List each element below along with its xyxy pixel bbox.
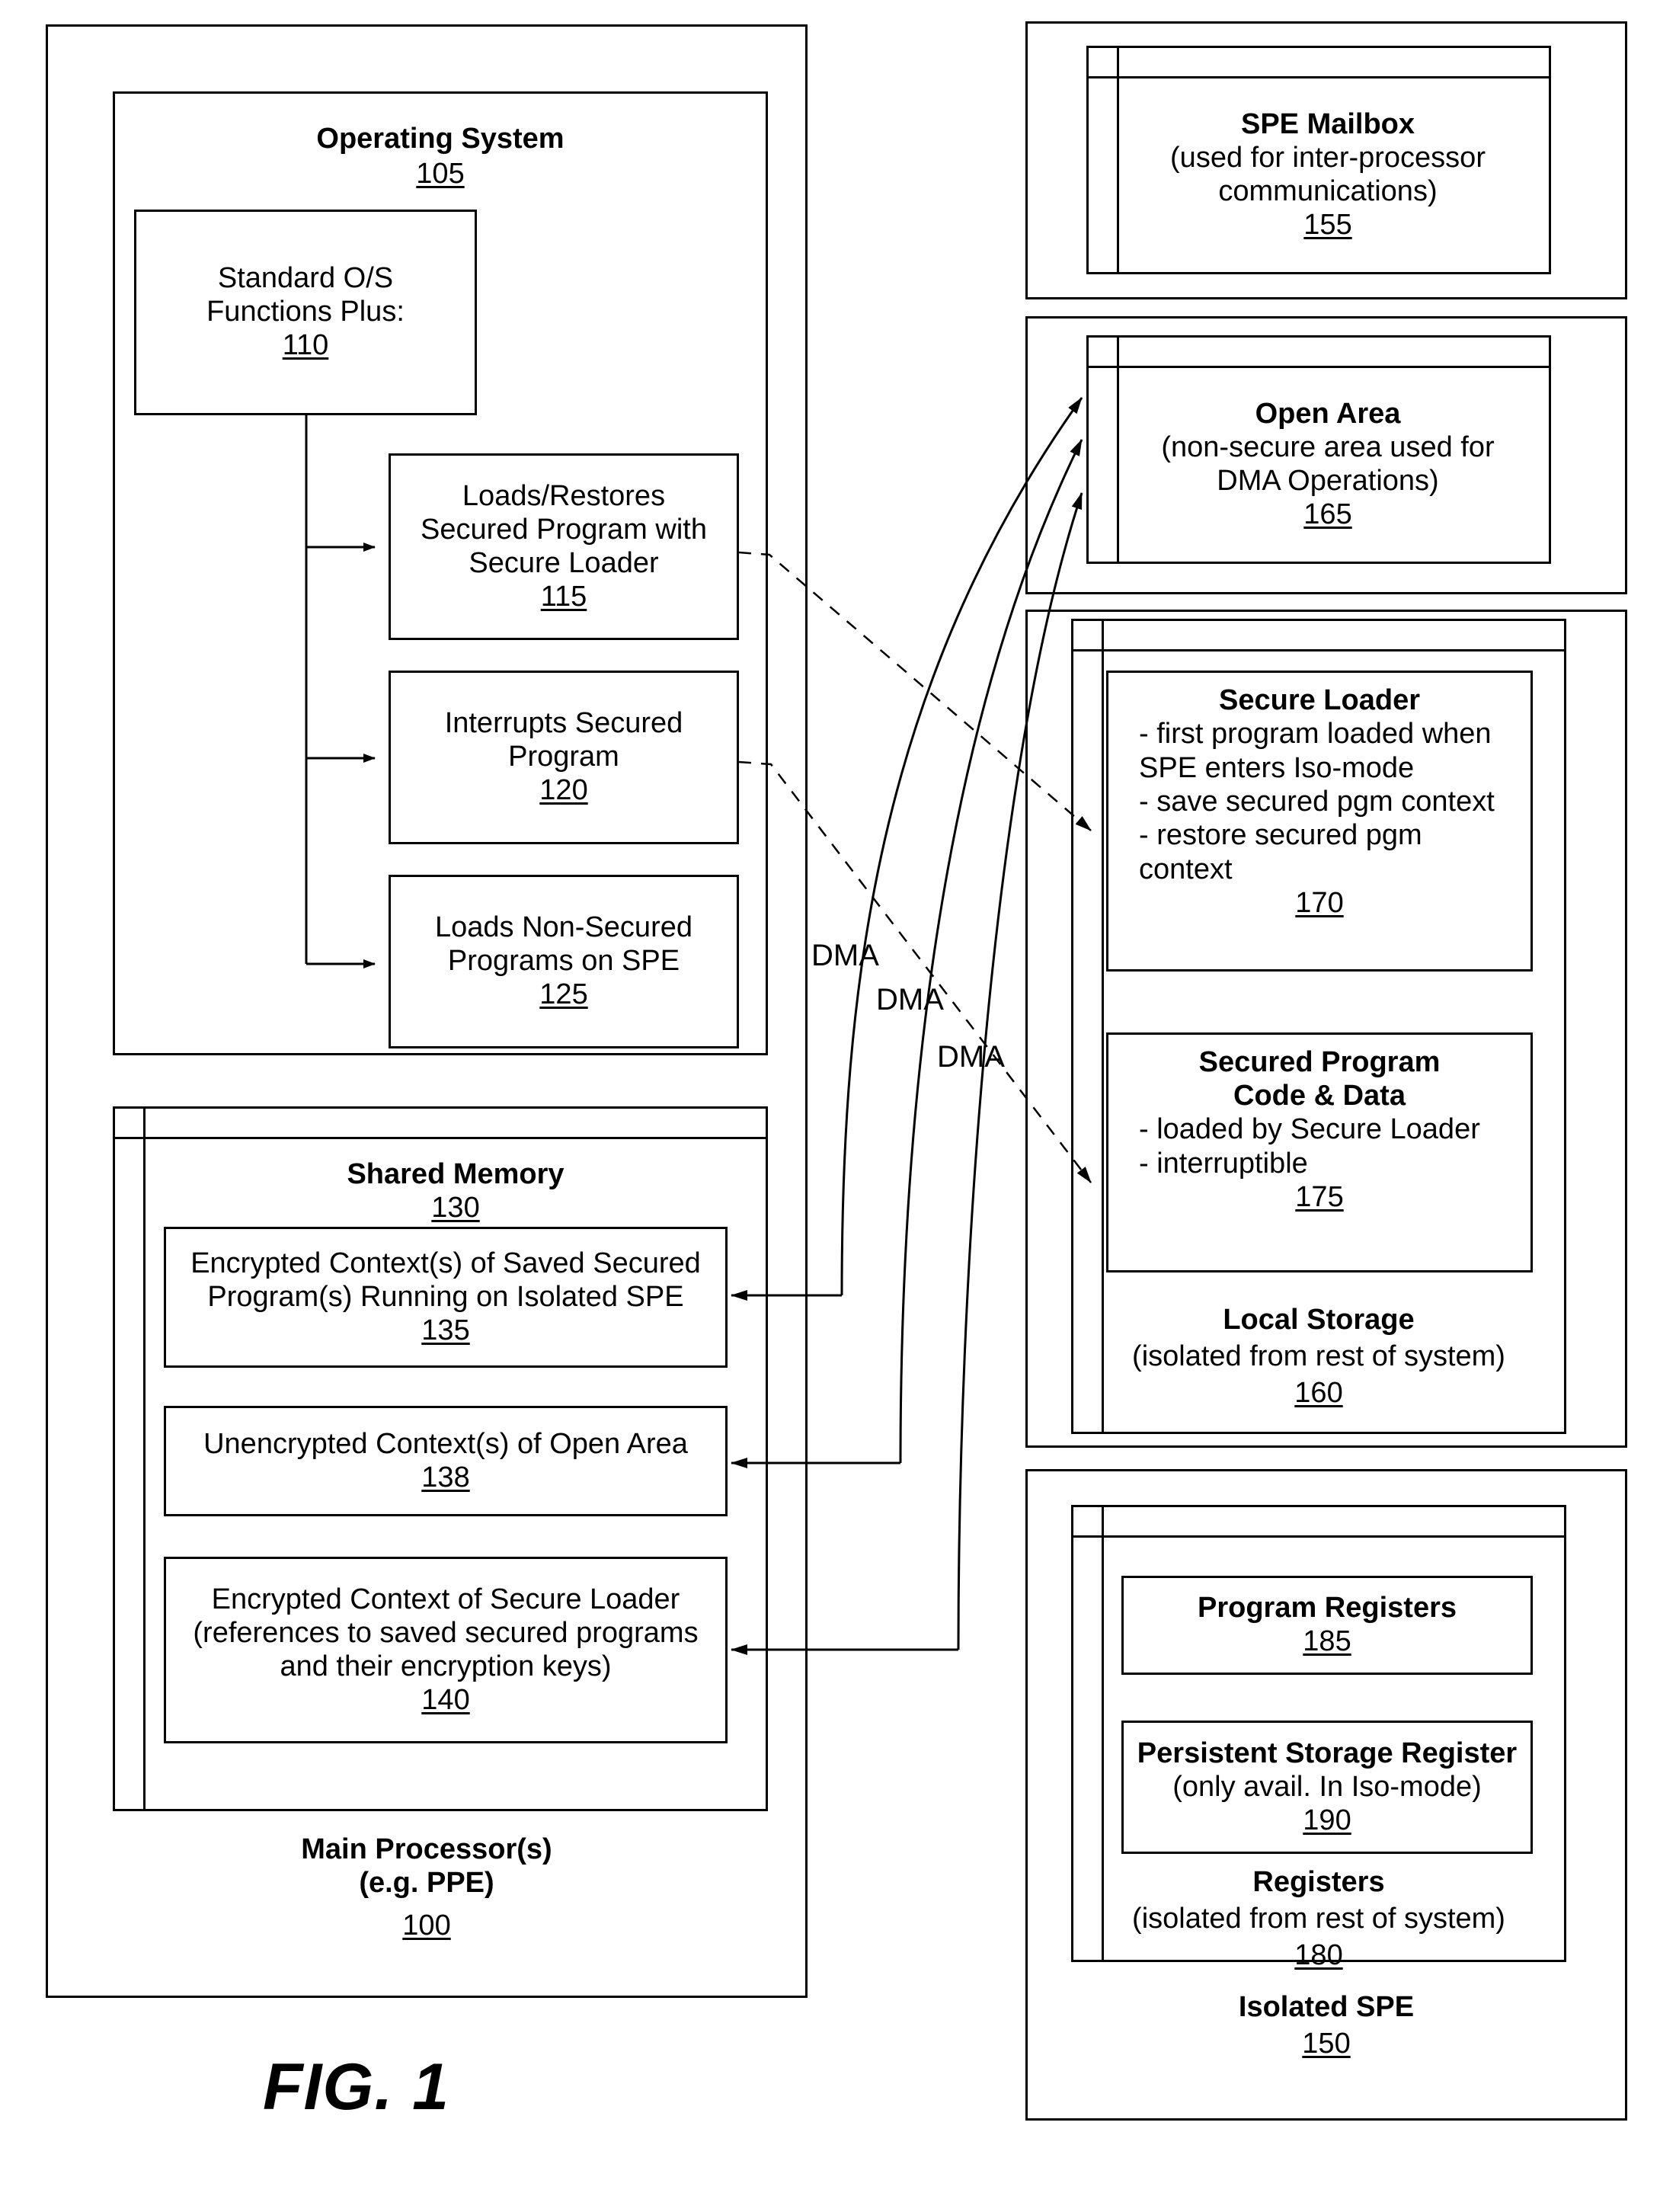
- secured-program-bullets: - loaded by Secure Loader - interruptibl…: [1139, 1113, 1480, 1180]
- shared-memory-item-title-0: Encrypted Context(s) of Saved Secured Pr…: [190, 1247, 701, 1313]
- persistent-storage-register-box: Persistent Storage Register (only avail.…: [1121, 1721, 1533, 1854]
- isolated-spe-number: 150: [1302, 2028, 1351, 2060]
- standard-os-functions-title: Standard O/S Functions Plus:: [206, 262, 405, 328]
- shared-memory-item-140: Encrypted Context of Secure Loader (refe…: [164, 1557, 728, 1743]
- secured-program-title: Secured Program Code & Data: [1198, 1046, 1441, 1112]
- shared-memory-item-number-1: 138: [421, 1461, 470, 1493]
- spe-mailbox-subtitle: (used for inter-processor communications…: [1170, 142, 1486, 208]
- program-registers-box: Program Registers 185: [1121, 1576, 1533, 1675]
- secure-loader-title: Secure Loader: [1219, 684, 1420, 716]
- os-function-title-1: Interrupts Secured Program: [444, 707, 683, 773]
- dma-label-2: DMA: [937, 1040, 1005, 1074]
- dma-label-0: DMA: [811, 939, 879, 972]
- spe-mailbox-inner: SPE Mailbox (used for inter-processor co…: [1119, 78, 1549, 272]
- os-function-number-2: 125: [539, 978, 588, 1011]
- isolated-spe-title: Isolated SPE: [1238, 1991, 1415, 2023]
- main-processor-title: Main Processor(s) (e.g. PPE): [301, 1833, 552, 1900]
- shared-memory-item-number-0: 135: [421, 1314, 470, 1346]
- spe-mailbox-title: SPE Mailbox: [1240, 108, 1415, 141]
- program-registers-title: Program Registers: [1197, 1592, 1457, 1625]
- os-function-number-1: 120: [539, 774, 588, 807]
- registers-title: Registers: [1252, 1866, 1385, 1898]
- spe-mailbox-number: 155: [1303, 209, 1352, 242]
- persistent-storage-register-number: 190: [1303, 1804, 1351, 1836]
- persistent-storage-register-title: Persistent Storage Register: [1137, 1737, 1518, 1769]
- standard-os-functions-number: 110: [282, 329, 329, 362]
- shared-memory-title: Shared Memory: [347, 1158, 565, 1190]
- program-registers-number: 185: [1303, 1625, 1351, 1658]
- operating-system-title: Operating System: [316, 123, 565, 155]
- shared-memory-item-title-1: Unencrypted Context(s) of Open Area: [203, 1427, 688, 1460]
- os-function-number-0: 115: [540, 580, 587, 613]
- open-area-inner: Open Area (non-secure area used for DMA …: [1119, 368, 1549, 562]
- secure-loader-box: Secure Loader - first program loaded whe…: [1106, 671, 1533, 972]
- secure-loader-bullets: - first program loaded when SPE enters I…: [1139, 718, 1495, 885]
- os-function-box-interrupts: Interrupts Secured Program 120: [389, 671, 739, 844]
- open-area-subtitle: (non-secure area used for DMA Operations…: [1161, 431, 1495, 498]
- shared-memory-number: 130: [431, 1192, 480, 1224]
- open-area-number: 165: [1303, 498, 1352, 531]
- local-storage-title: Local Storage: [1223, 1304, 1415, 1336]
- local-storage-subtitle: (isolated from rest of system): [1132, 1340, 1505, 1372]
- shared-memory-item-135: Encrypted Context(s) of Saved Secured Pr…: [164, 1227, 728, 1368]
- spe-mailbox-frame: SPE Mailbox (used for inter-processor co…: [1086, 46, 1551, 274]
- local-storage-number: 160: [1294, 1377, 1343, 1409]
- main-processor-number: 100: [402, 1909, 451, 1942]
- open-area-title: Open Area: [1255, 398, 1401, 431]
- dma-label-1: DMA: [876, 983, 944, 1016]
- standard-os-functions-box: Standard O/S Functions Plus: 110: [134, 210, 477, 415]
- os-function-box-loads-nonsecured: Loads Non-Secured Programs on SPE 125: [389, 875, 739, 1048]
- os-function-title-0: Loads/Restores Secured Program with Secu…: [421, 479, 707, 579]
- patent-figure-1: Operating System 105 Standard O/S Functi…: [0, 0, 1676, 2212]
- open-area-frame: Open Area (non-secure area used for DMA …: [1086, 335, 1551, 564]
- shared-memory-item-138: Unencrypted Context(s) of Open Area 138: [164, 1406, 728, 1516]
- figure-label: FIG. 1: [263, 2050, 449, 2124]
- persistent-storage-register-subtitle: (only avail. In Iso-mode): [1172, 1770, 1482, 1803]
- operating-system-number: 105: [416, 158, 465, 190]
- shared-memory-item-number-2: 140: [421, 1683, 470, 1716]
- shared-memory-item-title-2: Encrypted Context of Secure Loader (refe…: [193, 1583, 699, 1682]
- registers-number: 180: [1294, 1939, 1343, 1971]
- secure-loader-number: 170: [1295, 887, 1344, 920]
- secured-program-number: 175: [1295, 1181, 1344, 1214]
- os-function-box-loads-restores: Loads/Restores Secured Program with Secu…: [389, 453, 739, 640]
- os-function-title-2: Loads Non-Secured Programs on SPE: [435, 911, 692, 978]
- registers-subtitle: (isolated from rest of system): [1132, 1903, 1505, 1935]
- secured-program-code-data-box: Secured Program Code & Data - loaded by …: [1106, 1032, 1533, 1272]
